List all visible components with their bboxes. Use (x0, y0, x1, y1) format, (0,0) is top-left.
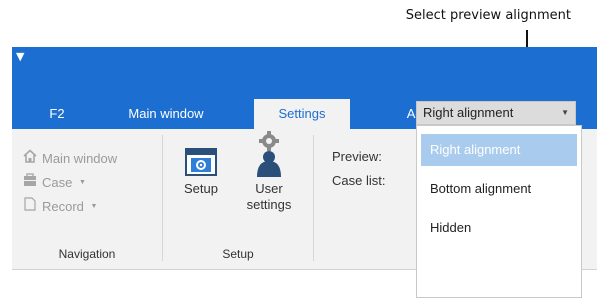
option-hidden[interactable]: Hidden (421, 212, 577, 244)
navigation-group-label: Navigation (58, 247, 116, 261)
tab-f2[interactable]: F2 (34, 99, 80, 129)
preview-dropdown-list: Right alignment Bottom alignment Hidden (416, 125, 582, 298)
tab-main-window[interactable]: Main window (118, 99, 214, 129)
user-settings-button[interactable]: User settings (237, 131, 301, 213)
document-icon (22, 197, 38, 217)
navigation-group: Main window Case ▼ Record ▼ Navigation (12, 129, 162, 269)
case-list-label: Case list: (332, 173, 386, 188)
user-gear-icon (237, 131, 301, 181)
tab-settings[interactable]: Settings (254, 99, 350, 129)
setup-group-label: Setup (222, 247, 254, 261)
nav-main-window-label: Main window (42, 151, 118, 166)
chevron-down-icon: ▼ (78, 179, 86, 186)
option-right-alignment[interactable]: Right alignment (421, 134, 577, 166)
nav-case[interactable]: Case ▼ (22, 173, 86, 193)
user-settings-label-line1: User (255, 181, 283, 196)
nav-record[interactable]: Record ▼ (22, 197, 97, 217)
nav-record-label: Record (42, 199, 84, 214)
group-divider (313, 135, 314, 261)
quick-access-dropdown-icon[interactable]: ▼ (16, 51, 24, 62)
preview-select-value: Right alignment (423, 105, 514, 120)
chevron-down-icon: ▼ (90, 203, 98, 210)
chevron-down-icon[interactable]: ▼ (561, 102, 569, 124)
setup-button[interactable]: Setup (179, 143, 223, 197)
settings-window-icon (179, 143, 223, 181)
nav-main-window[interactable]: Main window (22, 149, 117, 169)
setup-button-label: Setup (184, 181, 218, 196)
option-bottom-alignment[interactable]: Bottom alignment (421, 173, 577, 205)
preview-label: Preview: (332, 149, 382, 164)
case-icon (22, 173, 38, 193)
nav-case-label: Case (42, 175, 73, 190)
callout-text: Select preview alignment (405, 8, 571, 23)
setup-group: Setup User settings Setup (163, 129, 313, 269)
user-settings-label-line2: settings (246, 197, 292, 212)
preview-select[interactable]: Right alignment ▼ (416, 101, 576, 125)
home-icon (22, 149, 38, 169)
